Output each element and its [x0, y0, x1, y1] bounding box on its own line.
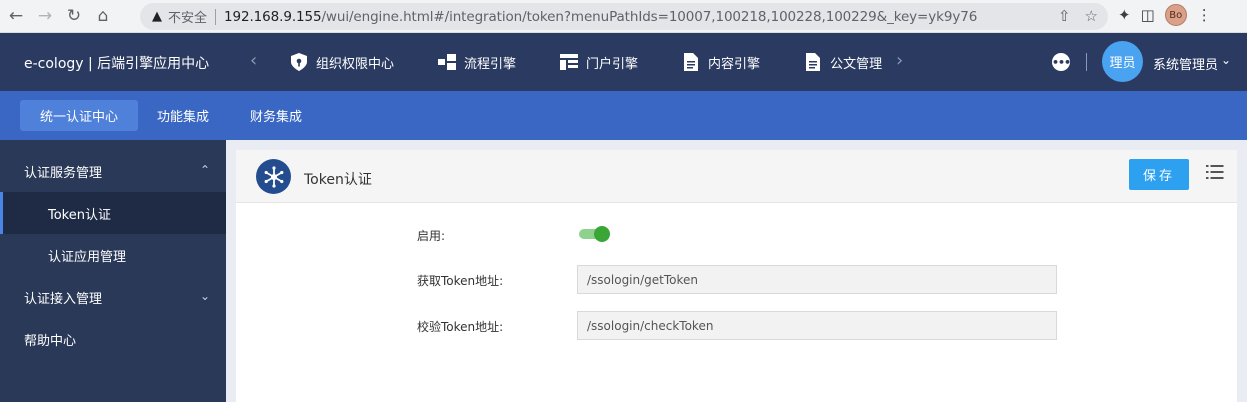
enable-label: 启用: [417, 229, 446, 243]
sidebar-item-token-auth[interactable]: Token认证 [0, 192, 226, 234]
save-button[interactable]: 保存 [1129, 159, 1189, 190]
sidebar-item-label: 认证接入管理 [24, 291, 103, 307]
header-divider [1086, 53, 1087, 71]
chevron-down-icon[interactable]: ⌄ [1221, 53, 1231, 67]
subnav-item-finance[interactable]: 财务集成 [230, 100, 322, 131]
topnav-item-flow[interactable]: 流程引擎 [438, 53, 516, 72]
sub-nav: 统一认证中心 功能集成 财务集成 [0, 91, 1247, 140]
browser-toolbar: ← → ↻ ⌂ ▲ 不安全 192.168.9.155/wui/engine.h… [0, 0, 1247, 33]
token-snowflake-icon [256, 159, 291, 194]
topnav-label: 组织权限中心 [316, 56, 395, 72]
topnav-item-docs[interactable]: 公文管理 [804, 53, 882, 72]
enable-toggle[interactable] [579, 226, 610, 242]
bookmark-star-icon[interactable]: ☆ [1085, 7, 1098, 25]
sidebar-item-auth-access[interactable]: 认证接入管理 ⌄ [0, 276, 226, 318]
panel-header: Token认证 保存 [236, 150, 1237, 203]
document-icon [804, 53, 822, 71]
nav-prev-chevron-icon[interactable]: ‹ [250, 50, 257, 71]
app-header: e-cology | 后端引擎应用中心 ‹ 组织权限中心 流程引擎 门户引擎 内… [0, 33, 1247, 91]
home-icon[interactable]: ⌂ [90, 3, 116, 29]
topnav-item-content[interactable]: 内容引擎 [682, 53, 760, 72]
toggle-knob [594, 226, 610, 242]
extensions-puzzle-icon[interactable]: ✦ [1118, 6, 1131, 24]
chevron-down-icon: ⌄ [199, 289, 210, 303]
document-icon [682, 53, 700, 71]
reload-icon[interactable]: ↻ [61, 3, 87, 29]
sidebar: 认证服务管理 ⌃ Token认证 认证应用管理 认证接入管理 ⌄ 帮助中心 [0, 140, 226, 402]
shield-key-icon [290, 53, 308, 71]
url-path: /wui/engine.html#/integration/token?menu… [321, 8, 978, 25]
back-arrow-icon[interactable]: ← [3, 3, 29, 29]
security-label: 不安全 [168, 11, 208, 26]
top-nav: 组织权限中心 流程引擎 门户引擎 内容引擎 公文管理 [290, 33, 926, 91]
get-token-label: 获取Token地址: [417, 274, 504, 288]
chevron-up-icon: ⌃ [199, 163, 210, 177]
portal-icon [560, 53, 579, 71]
topnav-label: 内容引擎 [708, 56, 761, 72]
topnav-label: 门户引擎 [586, 56, 639, 72]
topnav-label: 公文管理 [830, 56, 883, 72]
subnav-item-integration[interactable]: 功能集成 [137, 100, 229, 131]
sidebar-item-auth-apps[interactable]: 认证应用管理 [0, 234, 226, 276]
more-dots-icon[interactable]: ••• [1052, 53, 1071, 71]
address-bar[interactable]: ▲ 不安全 192.168.9.155/wui/engine.html#/int… [140, 3, 1108, 30]
topnav-label: 流程引擎 [464, 56, 517, 72]
username[interactable]: 系统管理员 [1153, 54, 1218, 73]
sidebar-item-auth-service[interactable]: 认证服务管理 ⌃ [0, 150, 226, 192]
url-host: 192.168.9.155 [224, 8, 322, 25]
browser-menu-icon[interactable]: ⋮ [1197, 6, 1212, 24]
get-token-url-field[interactable] [577, 265, 1057, 294]
subnav-item-auth-center[interactable]: 统一认证中心 [20, 100, 139, 131]
sidebar-item-label: 认证服务管理 [24, 165, 103, 181]
sidebar-item-label: 帮助中心 [24, 333, 77, 349]
check-token-url-field[interactable] [577, 311, 1057, 340]
topnav-item-portal[interactable]: 门户引擎 [560, 53, 638, 72]
warning-icon: ▲ [152, 9, 162, 24]
sidebar-item-help[interactable]: 帮助中心 [0, 318, 226, 360]
forward-arrow-icon[interactable]: → [32, 3, 58, 29]
address-separator [215, 8, 217, 25]
user-avatar[interactable]: 理员 [1102, 41, 1143, 82]
content-panel: Token认证 保存 启用: 获取Token地址: 校验Token地址: [236, 150, 1237, 402]
topnav-item-org[interactable]: 组织权限中心 [290, 53, 394, 72]
profile-avatar[interactable]: Bo [1164, 4, 1187, 26]
list-menu-icon[interactable] [1206, 163, 1224, 181]
share-icon[interactable]: ⇧ [1058, 7, 1071, 25]
sidebar-item-label: 认证应用管理 [48, 249, 127, 265]
nav-next-chevron-icon[interactable]: › [896, 50, 903, 71]
flow-icon [438, 53, 457, 71]
brand-title: e-cology | 后端引擎应用中心 [24, 56, 210, 72]
page-title: Token认证 [304, 172, 372, 188]
check-token-label: 校验Token地址: [417, 320, 504, 334]
sidebar-item-label: Token认证 [48, 207, 111, 223]
url-text: 192.168.9.155/wui/engine.html#/integrati… [224, 9, 977, 25]
side-panel-icon[interactable]: ◫ [1141, 6, 1155, 24]
